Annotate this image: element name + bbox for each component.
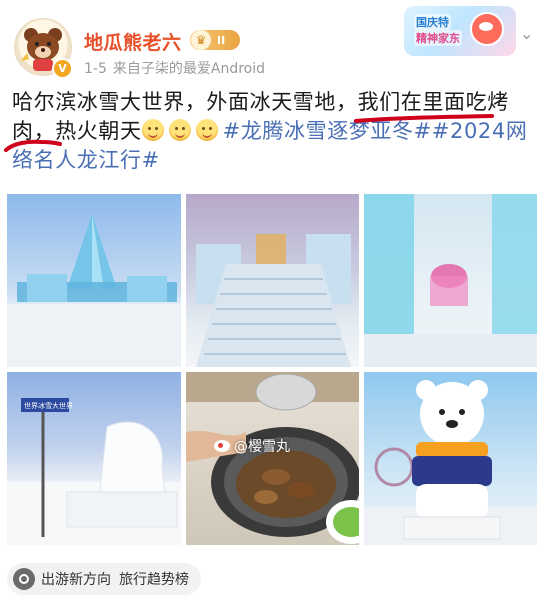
event-banner-line1: 国庆特 xyxy=(414,14,451,30)
crown-icon: ♛ xyxy=(191,30,211,50)
photo-bear-snow-sculpture[interactable] xyxy=(364,372,537,545)
photo-ice-stairs[interactable] xyxy=(186,194,359,367)
level-label: II xyxy=(217,33,226,47)
photo-ice-castle[interactable] xyxy=(7,194,181,367)
topic-label-2: 旅行趋势榜 xyxy=(119,572,189,588)
photo-snow-sculpture[interactable]: 世界冰雪大世界 xyxy=(7,372,181,545)
smile-emoji-icon xyxy=(141,119,164,141)
post-meta: 1-5 来自子柒的最爱Android xyxy=(84,58,265,78)
member-level-badge[interactable]: ♛ II xyxy=(190,30,240,50)
trend-icon xyxy=(13,568,35,590)
photo-ice-corridor[interactable] xyxy=(364,194,537,367)
topic-chip[interactable]: 出游新方向 旅行趋势榜 xyxy=(7,563,201,595)
smile-emoji-icon xyxy=(168,119,191,141)
event-banner[interactable]: 国庆特 精神家东 xyxy=(404,6,516,56)
street-sign: 世界冰雪大世界 xyxy=(24,401,73,410)
chevron-down-icon[interactable]: ⌄ xyxy=(520,24,533,43)
post-text: 哈尔滨冰雪大世界，外面冰天雪地，我们在里面吃烤肉，热火朝天 #龙腾冰雪逐梦亚冬##… xyxy=(12,88,536,175)
verified-v-icon: V xyxy=(52,58,73,79)
image-watermark: @樱雪丸 xyxy=(214,436,290,456)
photo-bbq-grill[interactable] xyxy=(186,372,359,545)
username[interactable]: 地瓜熊老六 xyxy=(84,28,182,55)
weibo-icon xyxy=(214,440,230,452)
event-banner-line2: 精神家东 xyxy=(414,30,462,46)
post-source: 来自子柒的最爱Android xyxy=(112,61,266,77)
smile-emoji-icon xyxy=(195,119,218,141)
mascot-icon xyxy=(470,12,504,46)
topic-label-1: 出游新方向 xyxy=(41,572,111,588)
post-date: 1-5 xyxy=(84,61,107,77)
